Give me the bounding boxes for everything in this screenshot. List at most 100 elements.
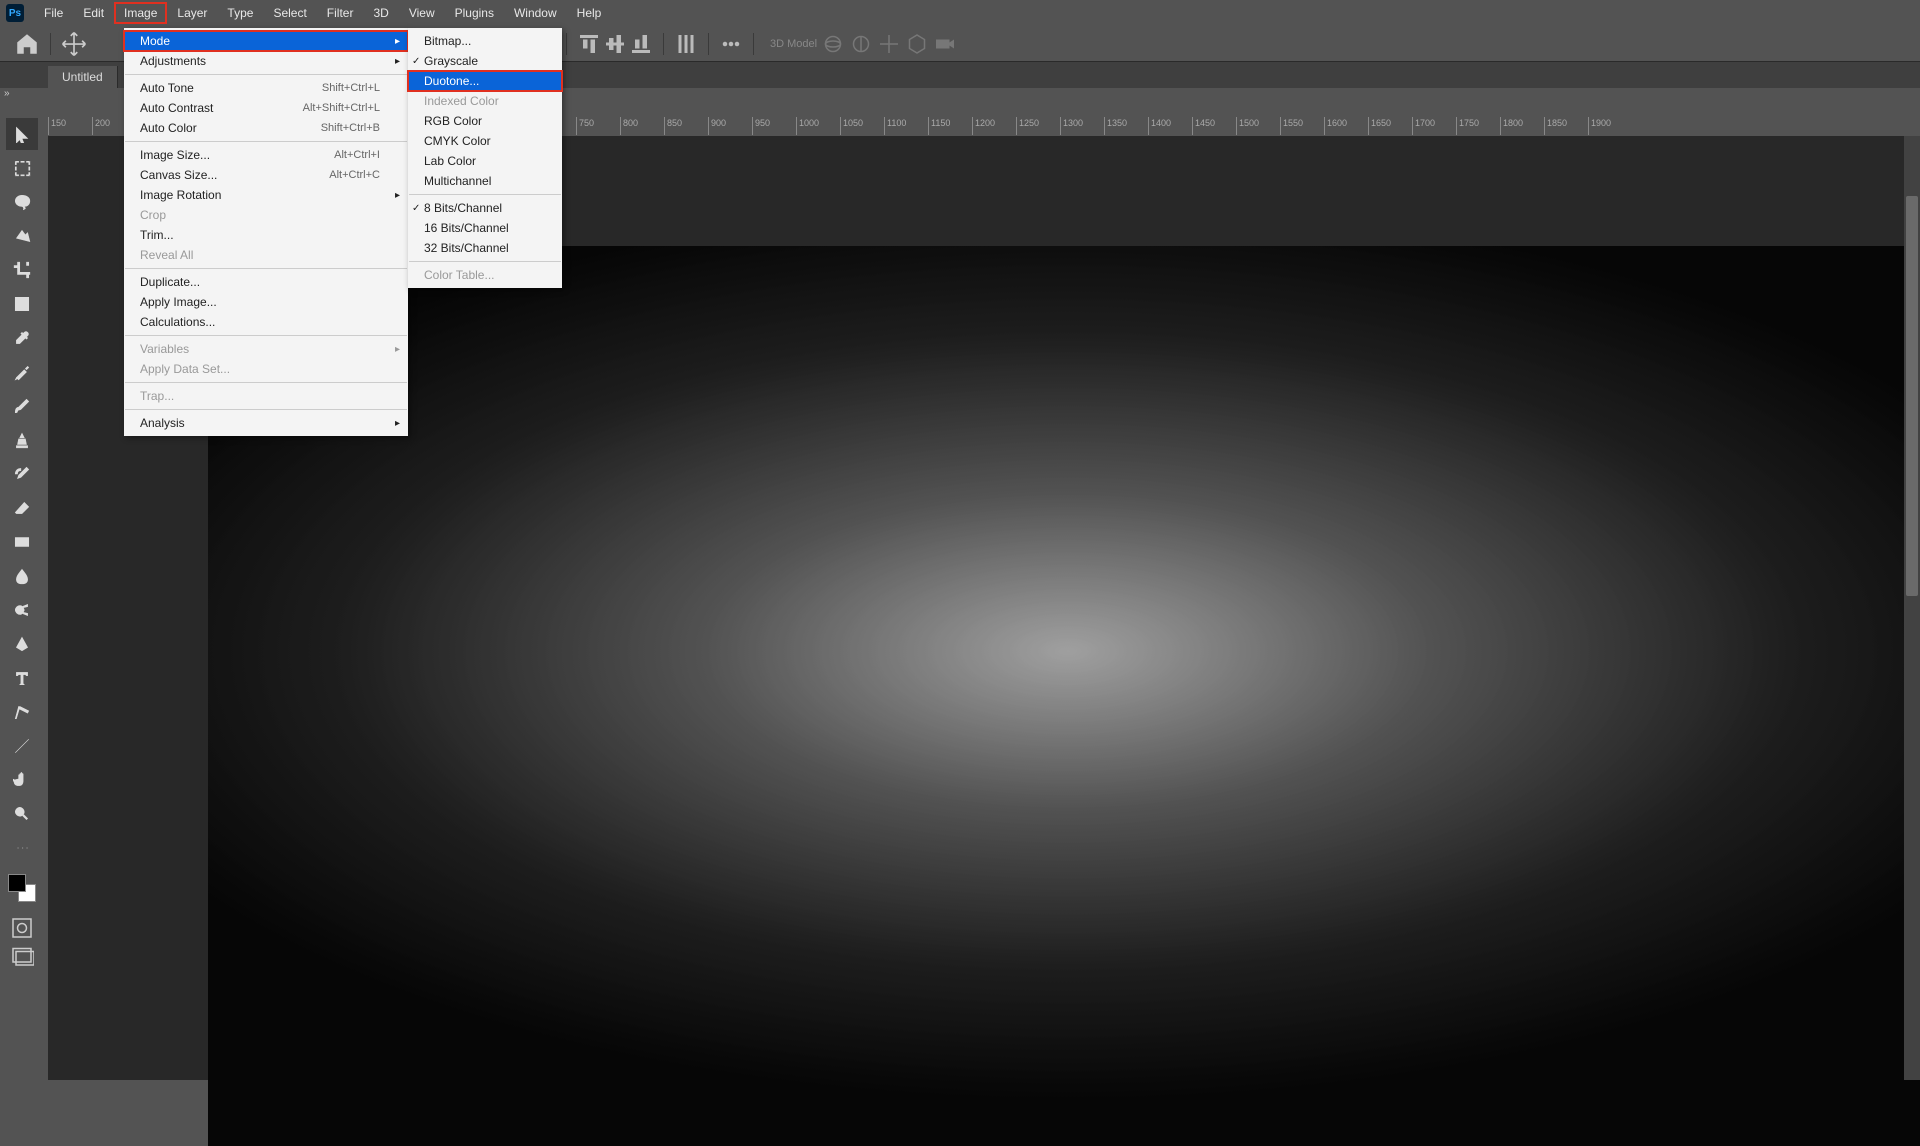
menu-view[interactable]: View: [399, 2, 445, 24]
menu-item-cmyk-color[interactable]: CMYK Color: [408, 131, 562, 151]
lasso-tool[interactable]: [6, 186, 38, 218]
menu-separator: [125, 141, 407, 142]
menu-shortcut: Alt+Ctrl+I: [334, 149, 380, 161]
menu-item-16-bits-channel[interactable]: 16 Bits/Channel: [408, 218, 562, 238]
home-icon[interactable]: [14, 31, 40, 57]
menu-filter[interactable]: Filter: [317, 2, 364, 24]
menu-item-label: Duotone...: [424, 74, 479, 88]
menu-item-image-rotation[interactable]: Image Rotation: [124, 185, 408, 205]
menu-item-duotone[interactable]: Duotone...: [408, 71, 562, 91]
line-tool[interactable]: [6, 730, 38, 762]
move-tool[interactable]: [6, 118, 38, 150]
more-options-icon[interactable]: [719, 32, 743, 56]
scrollbar-thumb[interactable]: [1906, 196, 1918, 596]
ruler-tick: 1250: [1016, 117, 1060, 135]
crop-tool[interactable]: [6, 254, 38, 286]
ruler-tick: 1150: [928, 117, 972, 135]
menu-item-adjustments[interactable]: Adjustments: [124, 51, 408, 71]
menu-item-label: Multichannel: [424, 174, 491, 188]
type-tool[interactable]: [6, 662, 38, 694]
color-swatches[interactable]: [8, 874, 36, 902]
path-tool[interactable]: [6, 696, 38, 728]
frame-tool[interactable]: [6, 288, 38, 320]
menu-item-label: 8 Bits/Channel: [424, 201, 502, 215]
menu-item-32-bits-channel[interactable]: 32 Bits/Channel: [408, 238, 562, 258]
menu-item-label: Grayscale: [424, 54, 478, 68]
menu-item-indexed-color[interactable]: Indexed Color: [408, 91, 562, 111]
separator: [663, 33, 664, 55]
ruler-tick: 1550: [1280, 117, 1324, 135]
eraser-tool[interactable]: [6, 492, 38, 524]
zoom-tool[interactable]: [6, 798, 38, 830]
menu-separator: [125, 382, 407, 383]
healing-tool[interactable]: [6, 356, 38, 388]
document-tab[interactable]: Untitled: [48, 66, 118, 88]
menu-item-reveal-all[interactable]: Reveal All: [124, 245, 408, 265]
menu-item-analysis[interactable]: Analysis: [124, 413, 408, 433]
brush-tool[interactable]: [6, 390, 38, 422]
ruler-tick: 1300: [1060, 117, 1104, 135]
screen-mode-icon[interactable]: [10, 944, 34, 968]
menu-plugins[interactable]: Plugins: [445, 2, 504, 24]
menu-shortcut: Alt+Ctrl+C: [329, 169, 380, 181]
menu-item-mode[interactable]: Mode: [124, 31, 408, 51]
menu-item-lab-color[interactable]: Lab Color: [408, 151, 562, 171]
move-tool-indicator[interactable]: [61, 31, 87, 57]
menu-item-duplicate[interactable]: Duplicate...: [124, 272, 408, 292]
menu-item-variables[interactable]: Variables: [124, 339, 408, 359]
menu-item-rgb-color[interactable]: RGB Color: [408, 111, 562, 131]
marquee-tool[interactable]: [6, 152, 38, 184]
menu-item-trim[interactable]: Trim...: [124, 225, 408, 245]
menu-item-color-table[interactable]: Color Table...: [408, 265, 562, 285]
expand-panel-icon[interactable]: »: [4, 88, 10, 99]
app-icon: Ps: [6, 4, 24, 22]
distribute-v-icon[interactable]: [674, 32, 698, 56]
quick-mask-icon[interactable]: [10, 916, 34, 940]
align-top-icon[interactable]: [577, 32, 601, 56]
3d-rotate-icon: [849, 32, 873, 56]
menu-item-8-bits-channel[interactable]: ✓8 Bits/Channel: [408, 198, 562, 218]
foreground-color[interactable]: [8, 874, 26, 892]
menu-item-image-size[interactable]: Image Size... Alt+Ctrl+I: [124, 145, 408, 165]
menu-file[interactable]: File: [34, 2, 73, 24]
blur-tool[interactable]: [6, 560, 38, 592]
menu-type[interactable]: Type: [217, 2, 263, 24]
menu-item-crop[interactable]: Crop: [124, 205, 408, 225]
align-center-v-icon[interactable]: [603, 32, 627, 56]
menu-item-auto-contrast[interactable]: Auto ContrastAlt+Shift+Ctrl+L: [124, 98, 408, 118]
quick-select-tool[interactable]: [6, 220, 38, 252]
menu-item-label: Adjustments: [140, 54, 206, 68]
menu-item-calculations[interactable]: Calculations...: [124, 312, 408, 332]
menu-window[interactable]: Window: [504, 2, 567, 24]
vertical-scrollbar[interactable]: [1904, 136, 1920, 1080]
menu-item-label: Indexed Color: [424, 94, 499, 108]
menu-help[interactable]: Help: [567, 2, 612, 24]
more-tool[interactable]: [6, 832, 38, 864]
gradient-tool[interactable]: [6, 526, 38, 558]
dodge-tool[interactable]: [6, 594, 38, 626]
menu-3d[interactable]: 3D: [363, 2, 398, 24]
menu-item-multichannel[interactable]: Multichannel: [408, 171, 562, 191]
eyedropper-tool[interactable]: [6, 322, 38, 354]
hand-tool[interactable]: [6, 764, 38, 796]
menu-item-auto-tone[interactable]: Auto ToneShift+Ctrl+L: [124, 78, 408, 98]
align-bottom-icon[interactable]: [629, 32, 653, 56]
pen-tool[interactable]: [6, 628, 38, 660]
menu-item-auto-color[interactable]: Auto ColorShift+Ctrl+B: [124, 118, 408, 138]
menu-item-label: Image Size...: [140, 148, 210, 162]
menu-item-apply-image[interactable]: Apply Image...: [124, 292, 408, 312]
history-brush-tool[interactable]: [6, 458, 38, 490]
ruler-tick: 1650: [1368, 117, 1412, 135]
ruler-tick: 1700: [1412, 117, 1456, 135]
menu-layer[interactable]: Layer: [167, 2, 217, 24]
menu-select[interactable]: Select: [263, 2, 316, 24]
menu-item-trap[interactable]: Trap...: [124, 386, 408, 406]
menu-image[interactable]: Image: [114, 2, 167, 24]
menu-item-grayscale[interactable]: ✓Grayscale: [408, 51, 562, 71]
menu-edit[interactable]: Edit: [73, 2, 114, 24]
menu-item-canvas-size[interactable]: Canvas Size...Alt+Ctrl+C: [124, 165, 408, 185]
menu-item-label: Trim...: [140, 228, 174, 242]
stamp-tool[interactable]: [6, 424, 38, 456]
menu-item-bitmap[interactable]: Bitmap...: [408, 31, 562, 51]
menu-item-apply-data-set[interactable]: Apply Data Set...: [124, 359, 408, 379]
